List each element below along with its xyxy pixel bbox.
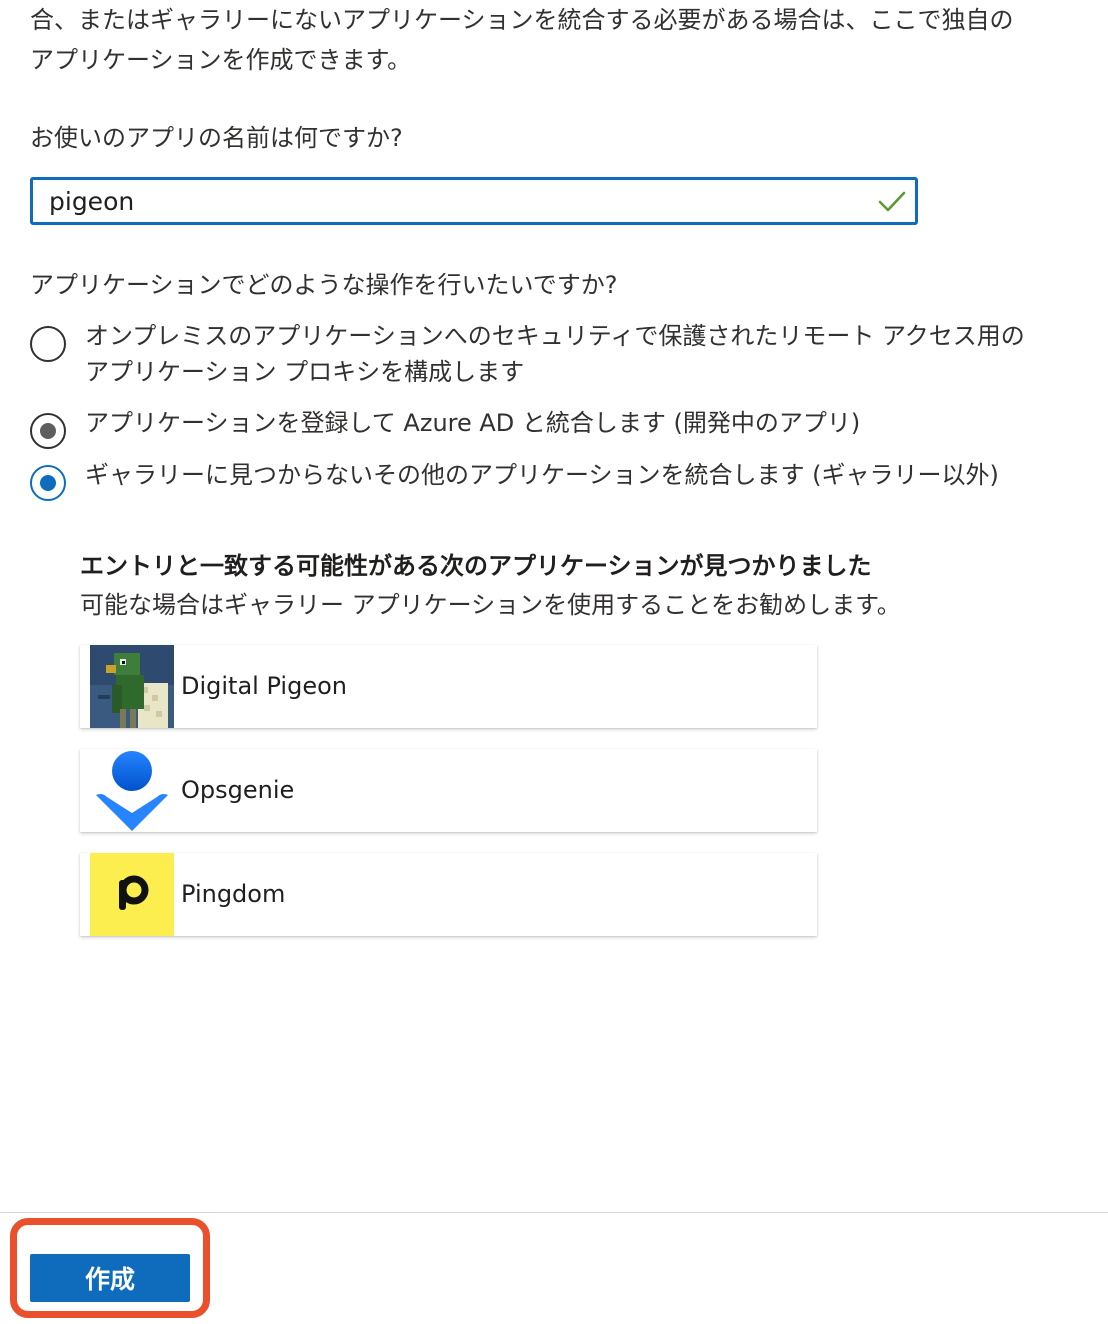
create-button[interactable]: 作成 [30,1254,190,1302]
app-name-value[interactable]: pigeon [49,186,134,218]
digital-pigeon-logo [90,645,174,728]
gallery-app-name: Pingdom [181,880,286,908]
radio-dot [40,475,56,491]
option-app-proxy-label-line-1: オンプレミスのアプリケーションへのセキュリティで保護されたリモート アクセス用の [85,322,1025,350]
option-register-app-label: アプリケーションを登録して Azure AD と統合します (開発中のアプリ) [85,409,861,437]
intro-line-1: 合、またはギャラリーにないアプリケーションを統合する必要がある場合は、ここで独自… [30,6,1014,34]
recommendation-subtitle: 可能な場合はギャラリー アプリケーションを使用することをお勧めします。 [80,591,901,619]
radio-button-selected[interactable] [30,465,66,501]
intro-line-2: アプリケーションを作成できます。 [30,46,412,74]
gallery-app-card-digital-pigeon[interactable]: Digital Pigeon [80,645,817,728]
operation-question: アプリケーションでどのような操作を行いたいですか? [30,271,618,299]
radio-button-unselected[interactable] [30,326,66,362]
option-app-proxy-label-line-2: アプリケーション プロキシを構成します [85,358,525,386]
check-icon [878,191,906,212]
gallery-app-name: Opsgenie [181,776,295,804]
gallery-app-card-pingdom[interactable]: Pingdom [80,853,817,936]
radio-button-disabled[interactable] [30,413,66,449]
pingdom-logo [90,853,174,936]
footer-divider [0,1212,1108,1213]
opsgenie-logo [90,749,174,832]
app-name-question: お使いのアプリの名前は何ですか? [30,124,403,152]
option-app-proxy-label: オンプレミスのアプリケーションへのセキュリティで保護されたリモート アクセス用の… [85,318,1025,390]
recommendation-title: エントリと一致する可能性がある次のアプリケーションが見つかりました [80,552,872,580]
create-app-panel: 合、またはギャラリーにないアプリケーションを統合する必要がある場合は、ここで独自… [0,0,1108,1324]
gallery-app-name: Digital Pigeon [181,672,347,700]
gallery-app-card-opsgenie[interactable]: Opsgenie [80,749,817,832]
app-name-input[interactable]: pigeon [30,177,918,225]
intro-text: 合、またはギャラリーにないアプリケーションを統合する必要がある場合は、ここで独自… [30,0,1106,80]
radio-dot [40,423,56,439]
option-non-gallery-label: ギャラリーに見つからないその他のアプリケーションを統合します (ギャラリー以外) [85,461,999,489]
